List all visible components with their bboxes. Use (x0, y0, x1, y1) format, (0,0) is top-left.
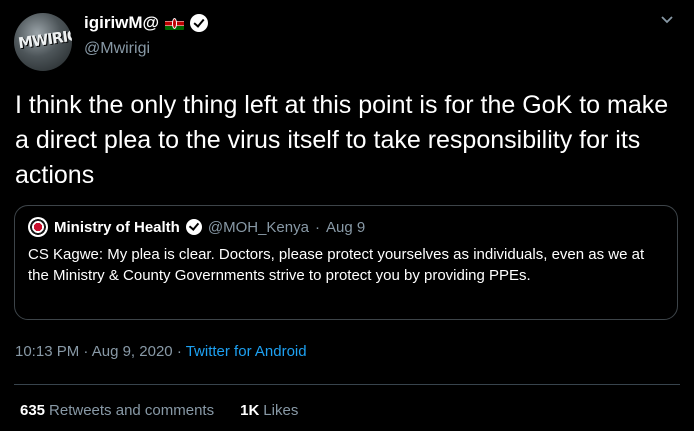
quoted-tweet-text: CS Kagwe: My plea is clear. Doctors, ple… (28, 246, 645, 284)
kenya-flag-icon (165, 16, 185, 30)
likes-count: 1K (240, 402, 260, 419)
tweet-time[interactable]: 10:13 PM (15, 343, 79, 360)
retweets-stat[interactable]: 635 Retweets and comments (20, 402, 214, 419)
likes-stat[interactable]: 1K Likes (240, 402, 298, 419)
tweet-source-link[interactable]: Twitter for Android (186, 343, 307, 360)
engagement-stats: 635 Retweets and comments 1K Likes (20, 402, 298, 419)
quoted-author-name: Ministry of Health (54, 218, 180, 236)
quoted-tweet-header: Ministry of Health @MOH_Kenya · Aug 9 (28, 217, 365, 237)
retweets-label: Retweets and comments (49, 402, 215, 419)
meta-separator: · (176, 343, 182, 360)
meta-separator: · (83, 343, 89, 360)
divider (14, 384, 680, 385)
quoted-separator: · (314, 218, 320, 236)
avatar-graffiti-text: MWIRIGI (16, 25, 72, 53)
likes-label: Likes (263, 402, 299, 419)
quoted-tweet-card[interactable]: Ministry of Health @MOH_Kenya · Aug 9 CS… (14, 205, 678, 320)
quoted-date: Aug 9 (325, 218, 366, 236)
tweet-meta: 10:13 PM · Aug 9, 2020 · Twitter for And… (15, 343, 307, 360)
ministry-crest-icon (28, 217, 48, 237)
avatar[interactable]: MWIRIGI (14, 13, 72, 71)
verified-badge-icon (190, 14, 209, 32)
display-name[interactable]: igiriwM@ (84, 13, 159, 33)
author-header: igiriwM@ (84, 13, 209, 33)
retweets-count: 635 (20, 402, 46, 419)
tweet-text: I think the only thing left at this poin… (15, 91, 669, 189)
chevron-down-icon[interactable] (660, 12, 674, 26)
tweet-date[interactable]: Aug 9, 2020 (92, 343, 173, 360)
user-handle[interactable]: @Mwirigi (84, 40, 150, 58)
quoted-author-handle: @MOH_Kenya (207, 218, 309, 236)
verified-badge-icon (185, 219, 202, 235)
